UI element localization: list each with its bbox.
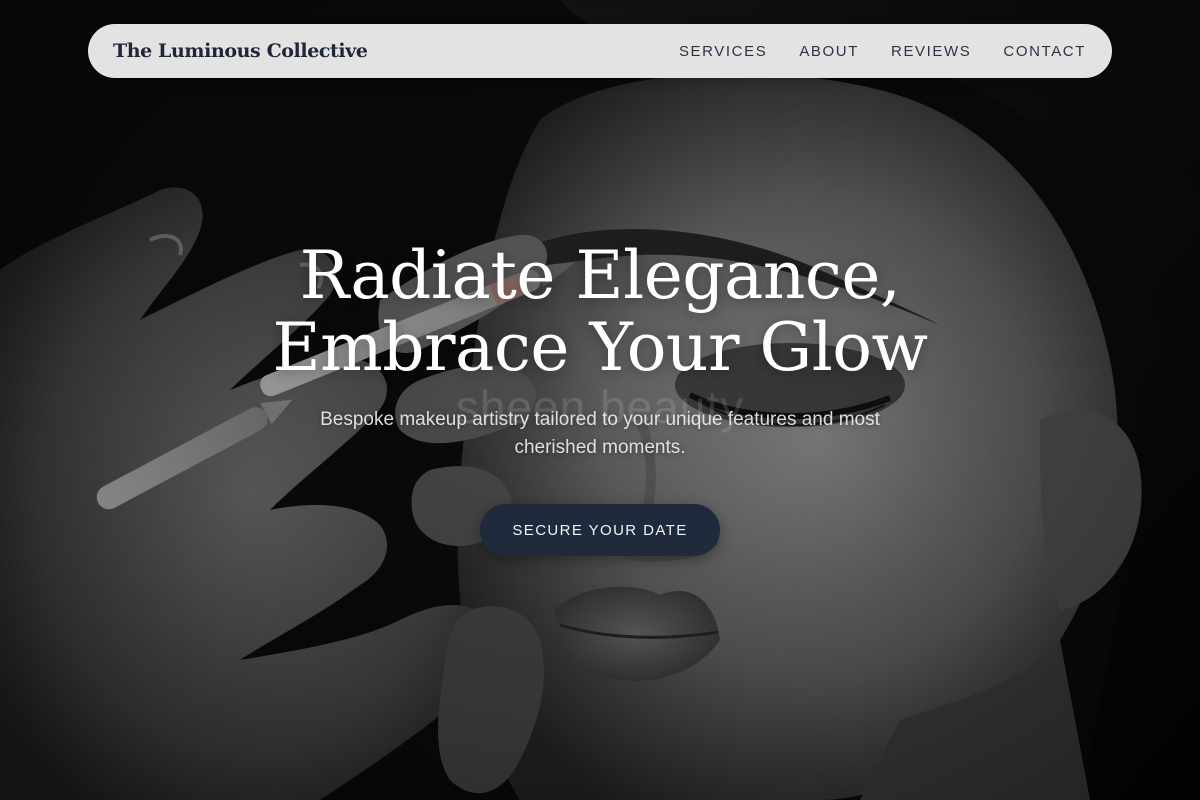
nav-link-about[interactable]: ABOUT [799, 43, 859, 60]
nav-links: SERVICES ABOUT REVIEWS CONTACT [679, 43, 1086, 60]
hero-headline-line-1: Radiate Elegance, [299, 237, 901, 314]
hero-headline: Radiate Elegance, Embrace Your Glow [0, 240, 1200, 384]
hero-content: sheen beauty Radiate Elegance, Embrace Y… [0, 240, 1200, 556]
nav-link-services[interactable]: SERVICES [679, 43, 767, 60]
hero-subtitle: Bespoke makeup artistry tailored to your… [320, 409, 880, 458]
secure-your-date-button[interactable]: SECURE YOUR DATE [480, 504, 720, 556]
hero-headline-line-2: Embrace Your Glow [272, 309, 928, 386]
nav-link-contact[interactable]: CONTACT [1003, 43, 1086, 60]
brand-logo-text[interactable]: The Luminous Collective [113, 40, 368, 62]
nav-link-reviews[interactable]: REVIEWS [891, 43, 971, 60]
hero-section: The Luminous Collective SERVICES ABOUT R… [0, 0, 1200, 800]
top-navbar: The Luminous Collective SERVICES ABOUT R… [88, 24, 1112, 78]
